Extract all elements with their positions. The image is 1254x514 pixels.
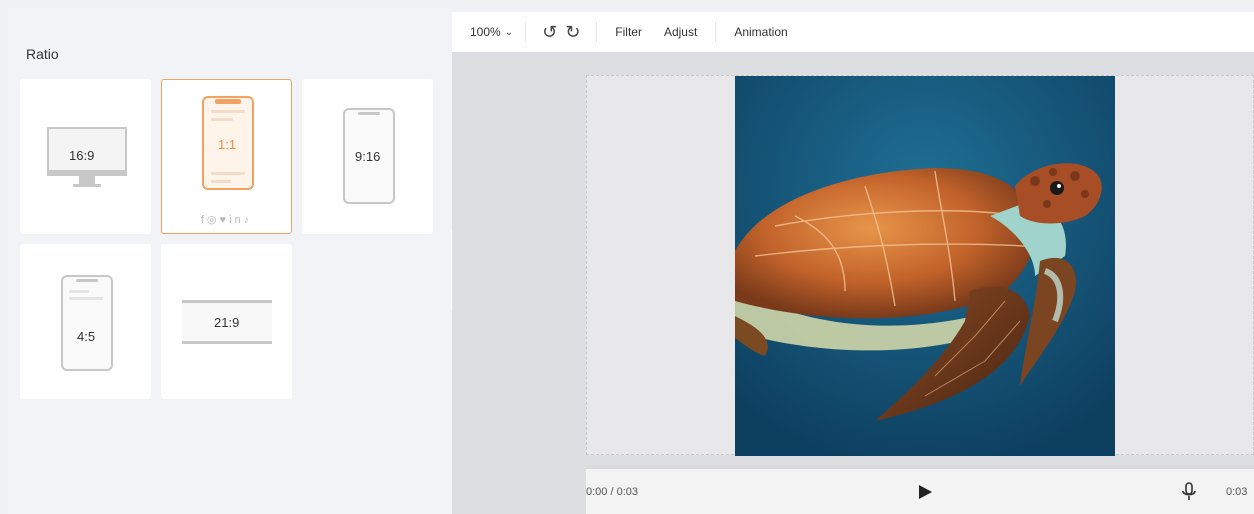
monitor-neck <box>79 176 95 184</box>
divider <box>596 22 598 42</box>
ratio-card-label: 16:9 <box>69 148 95 163</box>
adjust-button[interactable]: Adjust <box>658 25 703 39</box>
divider <box>715 22 717 42</box>
turtle-image[interactable] <box>735 76 1115 456</box>
play-icon <box>919 485 932 499</box>
ratio-card-4-5[interactable]: 4:5 <box>20 244 151 399</box>
animation-button[interactable]: Animation <box>728 25 793 39</box>
play-button[interactable] <box>916 483 934 501</box>
zoom-dropdown[interactable]: 100% ⌄ <box>470 25 513 39</box>
editor-toolbar: 100% ⌄ ↺ ↻ Filter Adjust Animation <box>452 12 1254 52</box>
ratio-card-label: 4:5 <box>77 329 96 344</box>
social-icons: f◎♥in♪ <box>162 213 291 226</box>
undo-icon[interactable]: ↺ <box>538 22 561 43</box>
total-duration: 0:03 <box>1226 486 1248 498</box>
ratio-card-1-1[interactable]: 1:1 f◎♥in♪ <box>161 79 292 234</box>
panel-title: Ratio <box>26 46 59 62</box>
tiktok-icon: ♪ <box>243 214 253 226</box>
monitor-base <box>73 184 101 187</box>
time-display: 0:00 / 0:03 <box>586 486 638 498</box>
redo-icon[interactable]: ↻ <box>561 22 584 43</box>
microphone-icon <box>1182 482 1196 500</box>
twitter-icon: ♥ <box>219 214 230 226</box>
divider <box>525 22 527 42</box>
chevron-down-icon: ⌄ <box>504 26 514 38</box>
filter-button[interactable]: Filter <box>609 25 648 39</box>
ratio-card-label: 9:16 <box>355 149 381 164</box>
progress-track[interactable] <box>586 466 1254 469</box>
video-editor: Ratio 16:9 1:1 f◎♥in♪ 9:16 4:5 21:9 100%… <box>0 0 1254 514</box>
zoom-value: 100% <box>470 25 501 39</box>
ratio-card-9-16[interactable]: 9:16 <box>302 79 433 234</box>
microphone-button[interactable] <box>1180 482 1198 502</box>
instagram-icon: ◎ <box>206 214 220 226</box>
phone-icon <box>61 275 113 371</box>
ratio-card-label: 1:1 <box>218 137 237 152</box>
video-stage[interactable] <box>586 75 1254 456</box>
ratio-card-16-9[interactable]: 16:9 <box>20 79 151 234</box>
playback-bar: 0:00 / 0:03 0:03 <box>586 466 1254 514</box>
ratio-card-21-9[interactable]: 21:9 <box>161 244 292 399</box>
linkedin-icon: in <box>229 214 244 226</box>
canvas-area <box>452 52 1254 514</box>
ratio-card-label: 21:9 <box>214 315 240 330</box>
